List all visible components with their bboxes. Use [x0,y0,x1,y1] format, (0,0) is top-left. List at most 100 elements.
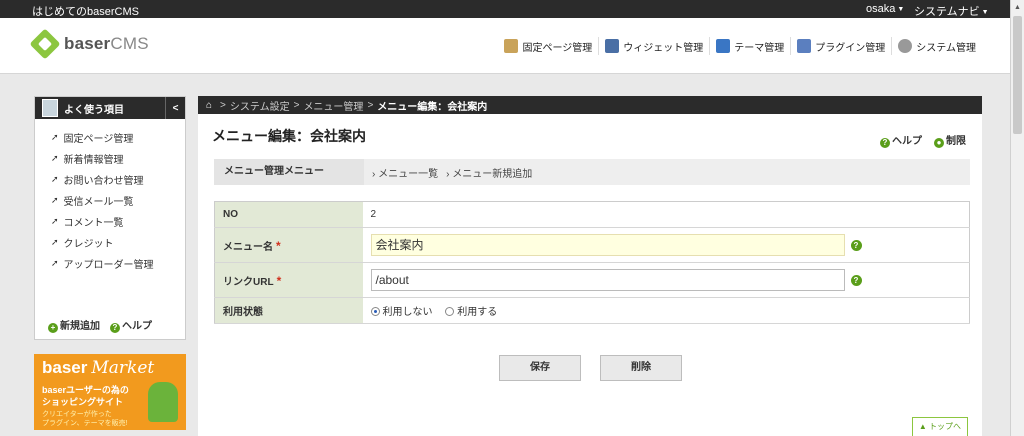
status-off-option[interactable]: 利用しない [370,307,443,318]
help-icon: ? [110,323,120,333]
form-row-status: 利用状態 利用しない 利用する [214,297,970,324]
restrict-label: 制限 [946,136,966,147]
pin-icon: ➚ [51,216,59,226]
link-url-input[interactable]: /about [370,269,845,291]
nav-page-management[interactable]: 固定ページ管理 [498,37,598,55]
sidebar-item-received-mail[interactable]: ➚ 受信メール一覧 [51,190,185,211]
pin-icon: ➚ [51,174,59,184]
subnav-link-menu-list[interactable]: › メニュー一覧 [372,165,438,180]
form-row-url: リンクURL * /about? [214,262,970,298]
form-row-no: NO 2 [214,201,970,228]
system-nav-menu[interactable]: システムナビ ▼ [914,3,989,19]
delete-button[interactable]: 削除 [600,355,682,381]
scroll-up-icon[interactable]: ▲ [1014,4,1021,11]
banner-line4: プラグイン、テーマを販売! [42,420,128,427]
pin-icon: ➚ [51,195,59,205]
subnav-link-menu-add[interactable]: › メニュー新規追加 [446,165,532,180]
help-link[interactable]: ? ヘルプ [880,132,922,148]
help-icon[interactable]: ? [850,239,862,251]
sidebar-item-comments[interactable]: ➚ コメント一覧 [51,211,185,232]
sidebar-list: ➚ 固定ページ管理 ➚ 新着情報管理 ➚ お問い合わせ管理 ➚ 受信メール一覧 ➚ コメン… [35,119,185,274]
nav-label: システム管理 [916,42,976,54]
logo-primary: baser [64,34,111,53]
pin-icon: ➚ [51,132,59,142]
status-label: 利用状態 [214,297,363,324]
nav-label: ウィジェット管理 [623,42,704,54]
help-label: ヘルプ [892,136,922,147]
sidebar-add-link[interactable]: + 新規追加 [48,317,100,333]
sidebar-item-label: クレジット [63,239,114,250]
restrict-link[interactable]: ● 制限 [934,132,966,148]
sidebar-item-uploader[interactable]: ➚ アップローダー管理 [51,253,185,274]
nav-system-management[interactable]: システム管理 [891,37,982,55]
breadcrumb-current: メニュー編集：会社案内 [377,101,488,113]
menu-name-label: メニュー名 [223,241,273,253]
sidebar-collapse-button[interactable]: < [165,97,185,119]
scrollbar-thumb[interactable] [1013,16,1022,134]
status-cell: 利用しない 利用する [362,297,970,324]
sidebar-item-label: 固定ページ管理 [63,134,134,145]
caret-down-icon: ▼ [897,6,905,13]
nav-widget-management[interactable]: ウィジェット管理 [598,37,709,55]
page-title: メニュー編集：会社案内 [212,128,366,144]
nav-label: プラグイン管理 [815,42,886,54]
nav-label: テーマ管理 [734,42,785,54]
page-scrollbar[interactable]: ▲ [1010,0,1024,436]
breadcrumb-item-system-settings[interactable]: システム設定 [230,98,290,113]
menu-name-cell: 会社案内? [362,227,970,263]
top-bar: はじめてのbaserCMS osaka ▼ システムナビ ▼ [0,0,1010,18]
nav-theme-management[interactable]: テーマ管理 [709,37,790,55]
user-menu[interactable]: osaka ▼ [866,3,904,15]
page-icon [504,39,519,53]
subnav-label: メニュー管理メニュー [214,159,364,185]
logo-text: baserCMS [64,34,149,54]
breadcrumb-separator: > [367,99,374,111]
sidebar-item-label: お問い合わせ管理 [63,176,144,187]
sidebar-item-page-management[interactable]: ➚ 固定ページ管理 [51,127,185,148]
to-top-button[interactable]: ▲ トップへ [912,417,968,436]
lock-icon: ● [934,138,944,148]
link-url-label: リンクURL [223,276,274,288]
status-on-option[interactable]: 利用する [445,307,507,318]
status-on-radio[interactable] [445,307,455,316]
logo-secondary: CMS [110,34,149,53]
user-name: osaka [866,3,896,15]
sidebar-add-label: 新規追加 [60,321,100,332]
home-icon[interactable]: ⌂ [206,100,212,111]
nav-label: 固定ページ管理 [522,42,593,54]
no-value: 2 [362,201,970,228]
breadcrumb-item-menu-management[interactable]: メニュー管理 [303,98,363,113]
nav-plugin-management[interactable]: プラグイン管理 [790,37,891,55]
sidebar-footer: + 新規追加 ? ヘルプ [48,317,152,333]
main-nav: 固定ページ管理 ウィジェット管理 テーマ管理 プラグイン管理 システム管理 [498,37,982,55]
subnav-link-label: メニュー新規追加 [452,168,533,180]
save-button[interactable]: 保存 [499,355,581,381]
plugin-icon [797,39,812,53]
sidebar-help-label: ヘルプ [122,321,152,332]
menu-name-input[interactable]: 会社案内 [370,234,845,256]
sidebar-help-link[interactable]: ? ヘルプ [110,317,152,333]
logo[interactable]: baserCMS [29,28,149,60]
help-icon[interactable]: ? [850,274,862,286]
sidebar-header: よく使う項目 < [35,97,185,119]
sidebar-item-credits[interactable]: ➚ クレジット [51,232,185,253]
favorites-icon [42,99,58,117]
banner-title-main: baser [42,358,88,377]
required-mark: * [276,273,282,288]
status-off-radio[interactable] [370,307,380,316]
favorites-sidebar: よく使う項目 < ➚ 固定ページ管理 ➚ 新着情報管理 ➚ お問い合わせ管理 ➚ 受信メ… [34,96,186,340]
required-mark: * [276,238,281,253]
banner-tagline: baserユーザーの為の ショッピングサイト [42,384,129,408]
pin-icon: ➚ [51,153,59,163]
site-name-link[interactable]: はじめてのbaserCMS [32,3,139,19]
header: baserCMS 固定ページ管理 ウィジェット管理 テーマ管理 プラグイン管理 … [0,18,1010,74]
theme-icon [716,39,731,53]
baser-market-banner[interactable]: baser Market baserユーザーの為の ショッピングサイト クリエイター… [34,354,186,430]
page-tools: ? ヘルプ ● 制限 [880,132,966,148]
sidebar-item-news-management[interactable]: ➚ 新着情報管理 [51,148,185,169]
pin-icon: ➚ [51,258,59,268]
menu-name-label-cell: メニュー名 * [214,227,363,263]
banner-line2: ショッピングサイト [42,397,124,407]
sidebar-item-contact-management[interactable]: ➚ お問い合わせ管理 [51,169,185,190]
caret-down-icon: ▼ [981,9,989,16]
